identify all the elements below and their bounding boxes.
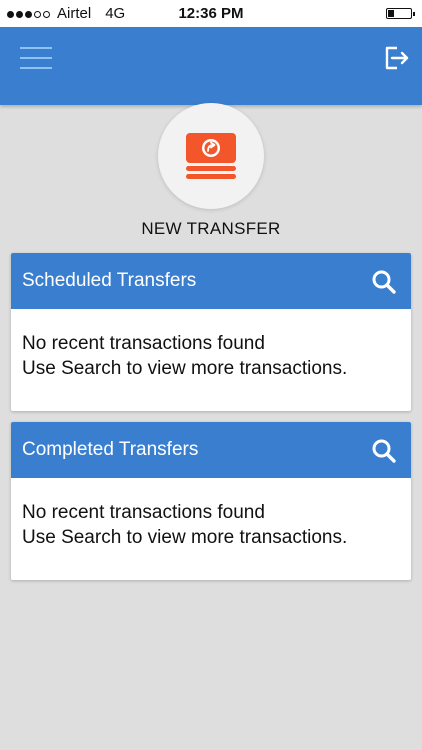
empty-message: No recent transactions found [22, 502, 265, 523]
completed-transfers-body: No recent transactions found Use Search … [11, 478, 411, 550]
logout-icon[interactable] [382, 44, 410, 72]
completed-transfers-header: Completed Transfers [11, 422, 411, 478]
battery-icon [386, 8, 415, 19]
money-transfer-icon [186, 133, 236, 179]
search-hint: Use Search to view more transactions. [22, 358, 348, 379]
scheduled-transfers-header: Scheduled Transfers [11, 253, 411, 309]
battery-level [388, 10, 394, 17]
new-transfer-section: NEW TRANSFER [0, 103, 422, 239]
scheduled-transfers-card: Scheduled Transfers No recent transactio… [11, 253, 411, 411]
status-time: 12:36 PM [178, 5, 244, 22]
new-transfer-label[interactable]: NEW TRANSFER [0, 219, 422, 239]
completed-transfers-card: Completed Transfers No recent transactio… [11, 422, 411, 580]
search-icon[interactable] [371, 438, 397, 464]
search-hint: Use Search to view more transactions. [22, 527, 348, 548]
status-bar: Airtel 4G 12:36 PM [0, 0, 422, 27]
scheduled-transfers-title: Scheduled Transfers [22, 270, 197, 291]
completed-transfers-title: Completed Transfers [22, 439, 199, 460]
app-bar [0, 27, 422, 105]
search-icon[interactable] [371, 269, 397, 295]
hamburger-menu-icon[interactable] [20, 47, 52, 71]
scheduled-transfers-body: No recent transactions found Use Search … [11, 309, 411, 381]
empty-message: No recent transactions found [22, 333, 265, 354]
new-transfer-button[interactable] [158, 103, 264, 209]
